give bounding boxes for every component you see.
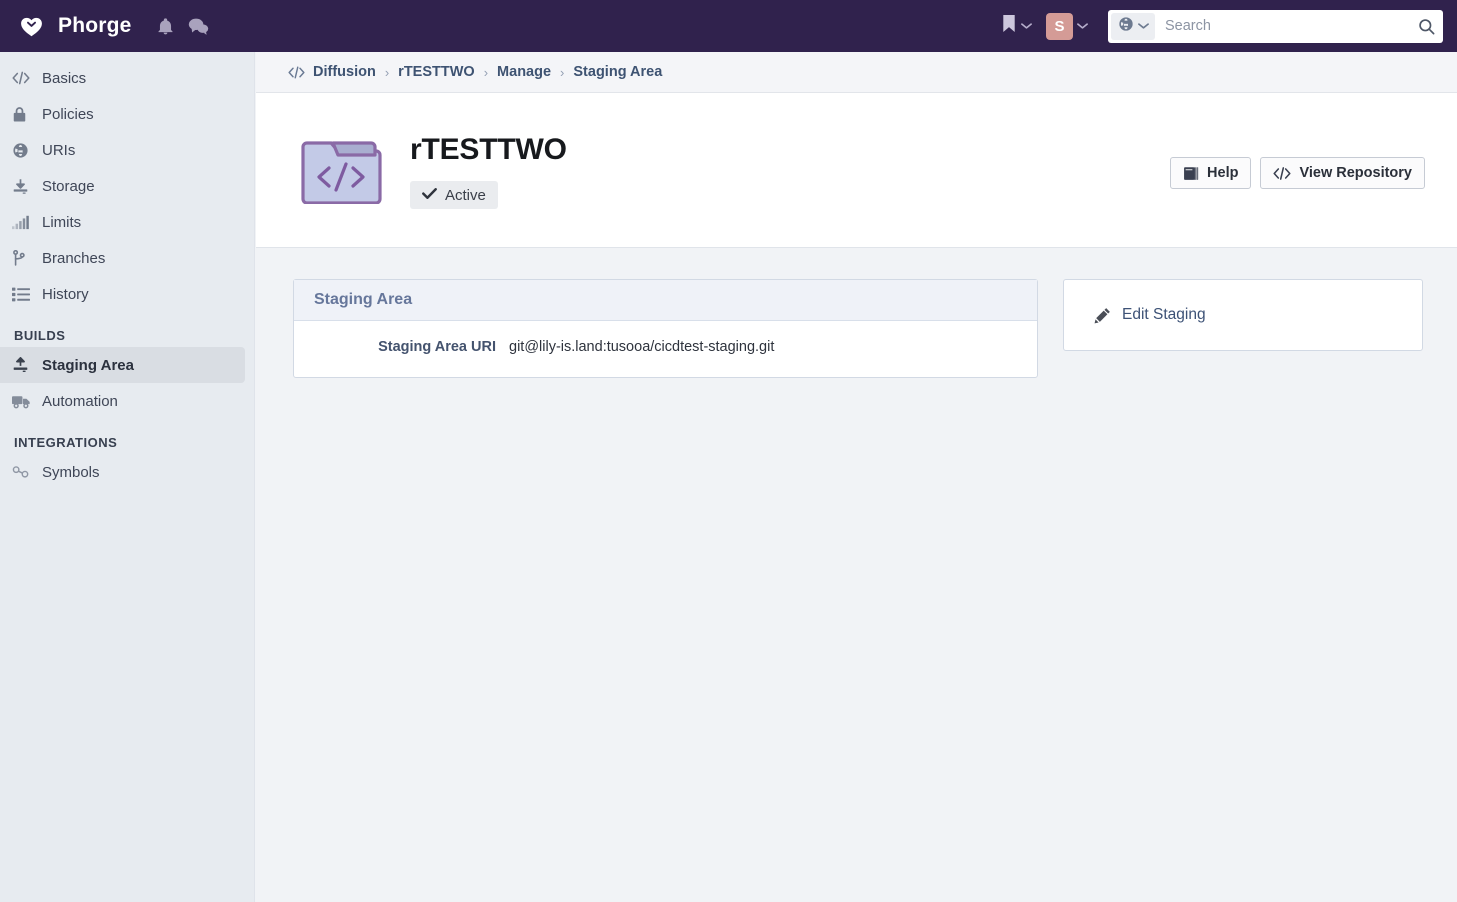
phorge-logo-heart-icon[interactable] (18, 13, 44, 39)
actions-panel: Edit Staging (1063, 279, 1423, 351)
bookmark-icon (1001, 14, 1017, 38)
sidebar-item-label: Branches (42, 249, 106, 267)
sidebar-item-storage[interactable]: Storage (0, 168, 245, 204)
topbar-right-cluster: S (997, 0, 1443, 52)
view-repository-button[interactable]: View Repository (1260, 157, 1425, 189)
brand-name[interactable]: Phorge (58, 14, 132, 38)
staging-area-panel: Staging Area Staging Area URI git@lily-i… (293, 279, 1038, 378)
topbar-quick-icons (156, 17, 209, 36)
edit-staging-link[interactable]: Edit Staging (1064, 306, 1206, 324)
help-button[interactable]: Help (1170, 157, 1252, 189)
page-header: rTESTTWO Active Help View Repository (256, 93, 1457, 248)
breadcrumb-item-manage[interactable]: Manage (497, 64, 551, 80)
search-bar (1108, 9, 1443, 43)
sidebar-item-label: Automation (42, 392, 118, 410)
sidebar-group-builds: BUILDS (14, 328, 66, 343)
edit-staging-label: Edit Staging (1122, 306, 1206, 323)
page-header-actions: Help View Repository (1170, 157, 1425, 189)
sidebar-item-label: Staging Area (42, 356, 134, 374)
code-icon (288, 65, 305, 80)
breadcrumb-item-diffusion[interactable]: Diffusion (313, 64, 376, 80)
list-icon (12, 287, 38, 302)
branch-icon (12, 249, 38, 267)
code-icon (1273, 166, 1292, 181)
sidebar-item-symbols[interactable]: Symbols (0, 454, 245, 490)
sidebar-item-label: Policies (42, 105, 94, 123)
breadcrumb: Diffusion › rTESTTWO › Manage › Staging … (256, 52, 1457, 93)
status-badge-label: Active (445, 186, 486, 204)
check-icon (422, 187, 437, 204)
status-badge: Active (410, 181, 498, 209)
sidebar-group-integrations: INTEGRATIONS (14, 435, 118, 450)
sidebar-item-label: Basics (42, 69, 87, 87)
breadcrumb-separator: › (384, 64, 390, 80)
signal-bars-icon (12, 215, 38, 230)
sidebar: Basics Policies URIs Storage Limits Bran… (0, 52, 255, 902)
sidebar-item-label: Symbols (42, 463, 100, 481)
sidebar-item-basics[interactable]: Basics (0, 60, 245, 96)
breadcrumb-separator: › (483, 64, 489, 80)
panel-title: Staging Area (294, 280, 1037, 321)
sidebar-item-uris[interactable]: URIs (0, 132, 245, 168)
globe-icon (1118, 16, 1134, 37)
code-icon (12, 70, 38, 86)
user-menu[interactable]: S (1042, 12, 1098, 40)
search-icon[interactable] (1409, 10, 1443, 43)
globe-icon (12, 142, 38, 159)
breadcrumb-item-repository[interactable]: rTESTTWO (398, 64, 475, 80)
chevron-down-icon (1138, 17, 1149, 35)
page-title: rTESTTWO (410, 133, 567, 166)
search-scope-selector[interactable] (1111, 12, 1155, 40)
pencil-icon (1094, 307, 1111, 324)
sidebar-item-automation[interactable]: Automation (0, 383, 245, 419)
book-icon (1183, 166, 1199, 181)
truck-icon (12, 394, 38, 409)
panel-body: Staging Area URI git@lily-is.land:tusooa… (294, 321, 1037, 377)
sidebar-item-limits[interactable]: Limits (0, 204, 245, 240)
breadcrumb-item-staging-area: Staging Area (573, 64, 663, 80)
staging-area-uri-label: Staging Area URI (378, 339, 496, 355)
sidebar-item-policies[interactable]: Policies (0, 96, 245, 132)
search-input[interactable] (1165, 10, 1409, 42)
breadcrumb-separator: › (560, 64, 565, 80)
chat-bubbles-icon[interactable] (188, 17, 209, 36)
help-button-label: Help (1207, 165, 1239, 181)
chevron-down-icon (1021, 17, 1032, 35)
repository-folder-code-icon (300, 136, 382, 205)
view-repository-button-label: View Repository (1299, 165, 1412, 181)
link-chain-icon (12, 465, 38, 479)
avatar: S (1046, 12, 1073, 40)
sidebar-item-label: History (42, 285, 89, 303)
bell-icon[interactable] (156, 17, 175, 36)
sidebar-item-history[interactable]: History (0, 276, 245, 312)
chevron-down-icon (1077, 17, 1088, 35)
sidebar-item-label: Storage (42, 177, 95, 195)
property-row: Staging Area URI git@lily-is.land:tusooa… (294, 339, 1037, 355)
sidebar-item-staging-area[interactable]: Staging Area (0, 347, 245, 383)
sidebar-item-branches[interactable]: Branches (0, 240, 245, 276)
top-navigation-bar: Phorge S (0, 0, 1457, 52)
bookmark-menu[interactable] (997, 14, 1042, 38)
main-content: Staging Area Staging Area URI git@lily-i… (256, 249, 1457, 902)
sidebar-item-label: URIs (42, 141, 76, 159)
lock-icon (12, 106, 38, 123)
staging-area-uri-value: git@lily-is.land:tusooa/cicdtest-staging… (509, 339, 775, 355)
download-icon (12, 178, 38, 195)
sidebar-item-label: Limits (42, 213, 82, 231)
upload-icon (12, 356, 38, 374)
